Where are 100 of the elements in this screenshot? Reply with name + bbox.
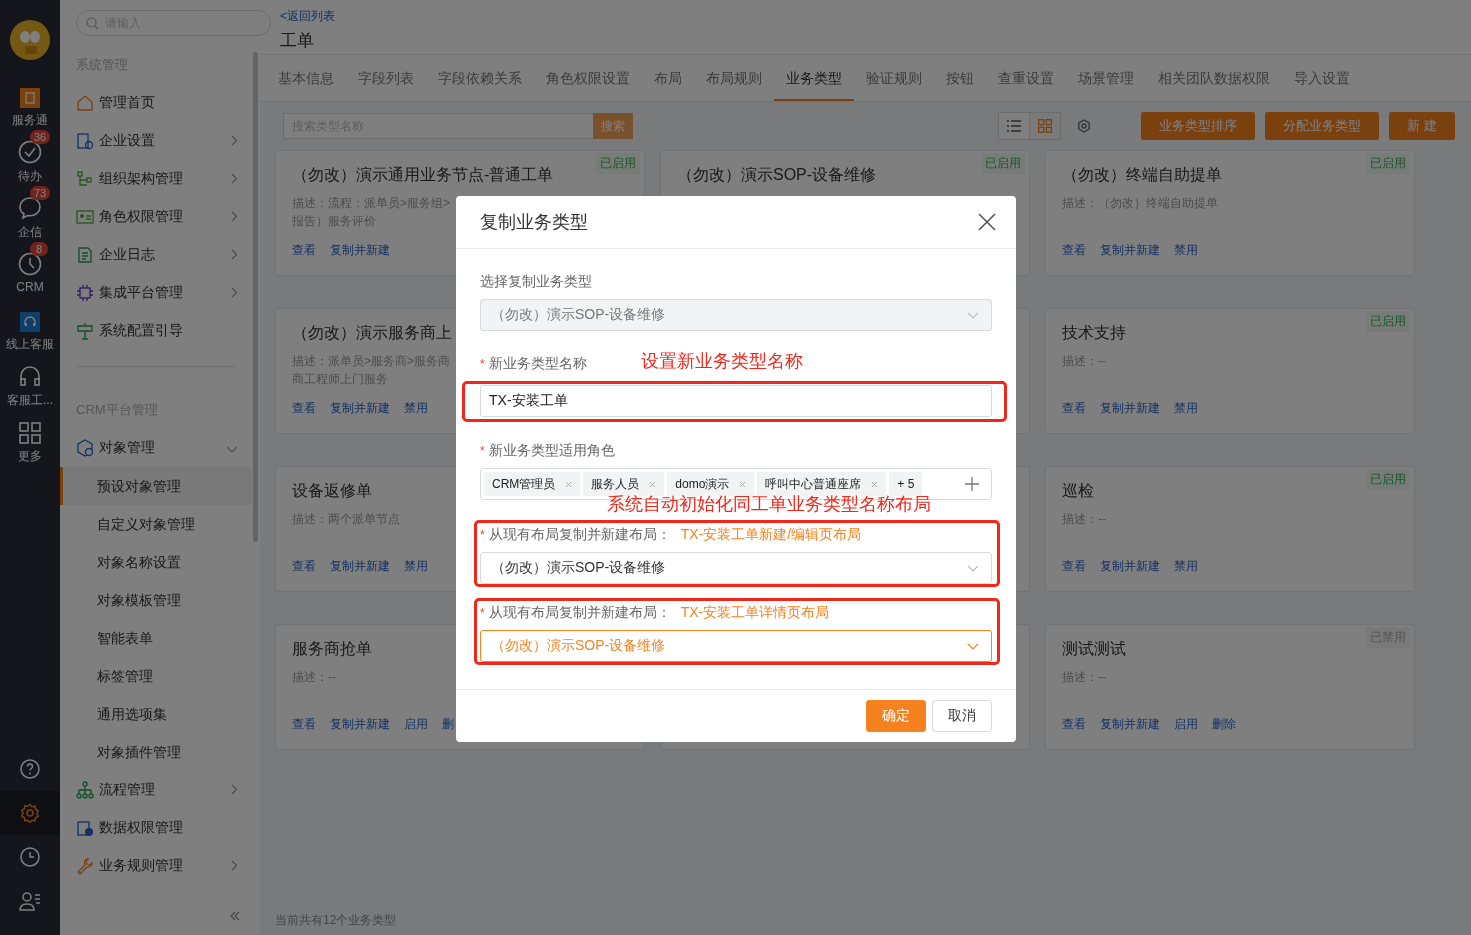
dialog-button[interactable]: 取消 (932, 700, 992, 732)
submenu-item[interactable]: 标签管理 (60, 657, 252, 695)
tab[interactable]: 相关团队数据权限 (1146, 55, 1282, 101)
tab[interactable]: 查重设置 (986, 55, 1066, 101)
menu-item[interactable]: 角色权限管理 (99, 208, 183, 226)
tab[interactable]: 布局规则 (694, 55, 774, 101)
card-link[interactable]: 复制并新建 (330, 242, 390, 259)
settings-icon[interactable] (20, 803, 40, 823)
card-link[interactable]: 禁用 (1174, 242, 1198, 259)
toolbar-button[interactable]: 业务类型排序 (1141, 112, 1256, 140)
remove-icon[interactable] (739, 480, 747, 488)
text-input[interactable]: TX-安装工单 (480, 385, 992, 417)
menu-item[interactable]: 系统配置引导 (99, 322, 183, 340)
toolbar-button[interactable]: 新 建 (1389, 112, 1455, 140)
close-icon[interactable] (978, 213, 996, 231)
role-tag[interactable]: 呼叫中心普通座席 (757, 472, 887, 496)
submenu-item[interactable]: 自定义对象管理 (60, 505, 252, 543)
role-tag[interactable]: domo演示 (667, 472, 755, 496)
add-icon[interactable] (965, 477, 979, 491)
tab[interactable]: 导入设置 (1282, 55, 1362, 101)
rail-label[interactable]: 线上客服 (6, 336, 54, 353)
remove-icon[interactable] (871, 480, 879, 488)
menu-item[interactable]: 企业设置 (99, 132, 155, 150)
headset-icon[interactable] (20, 312, 40, 332)
card-link[interactable]: 禁用 (1174, 558, 1198, 575)
tab[interactable]: 业务类型 (774, 55, 854, 101)
card-link[interactable]: 启用 (404, 716, 428, 733)
card-link[interactable]: 禁用 (1174, 400, 1198, 417)
remove-icon[interactable] (565, 480, 573, 488)
clock-icon[interactable] (18, 252, 42, 276)
tab[interactable]: 验证规则 (854, 55, 934, 101)
submenu-item[interactable]: 对象模板管理 (60, 581, 252, 619)
tab[interactable]: 字段列表 (346, 55, 426, 101)
role-tag[interactable]: 服务人员 (583, 472, 665, 496)
app-icon[interactable] (20, 88, 40, 108)
tab[interactable]: 角色权限设置 (534, 55, 642, 101)
card-link[interactable]: 查看 (292, 558, 316, 575)
rail-label[interactable]: CRM (16, 280, 44, 294)
toolbar-button[interactable]: 分配业务类型 (1265, 112, 1380, 140)
grid-icon[interactable] (19, 422, 41, 444)
menu-item[interactable]: 流程管理 (99, 781, 155, 799)
tab[interactable]: 场景管理 (1066, 55, 1146, 101)
card-link[interactable]: 查看 (292, 242, 316, 259)
scrollbar[interactable] (253, 52, 258, 542)
rail-button[interactable] (0, 791, 60, 835)
help-icon[interactable] (20, 759, 40, 779)
clock-icon[interactable] (20, 847, 40, 867)
dialog-button[interactable]: 确定 (866, 700, 926, 732)
card-link[interactable]: 复制并新建 (1100, 558, 1160, 575)
settings-icon[interactable] (1077, 119, 1092, 133)
card-link[interactable]: 复制并新建 (330, 400, 390, 417)
rail-label[interactable]: 企信 (18, 224, 42, 241)
rail-label[interactable]: 客服工... (7, 392, 53, 409)
card-link[interactable]: 查看 (1062, 242, 1086, 259)
check-circle-icon[interactable] (18, 140, 42, 164)
card-link[interactable]: 查看 (292, 400, 316, 417)
submenu-item[interactable]: 通用选项集 (60, 695, 252, 733)
card-link[interactable]: 复制并新建 (1100, 400, 1160, 417)
card-link[interactable]: 禁用 (404, 558, 428, 575)
back-link[interactable]: <返回列表 (280, 8, 335, 25)
tab[interactable]: 按钮 (934, 55, 986, 101)
card-link[interactable]: 查看 (1062, 558, 1086, 575)
menu-item[interactable]: 企业日志 (99, 246, 155, 264)
remove-icon[interactable] (649, 480, 657, 488)
submenu-item[interactable]: 对象名称设置 (60, 543, 252, 581)
view-toggle[interactable] (999, 113, 1030, 139)
card-link[interactable]: 复制并新建 (1100, 716, 1160, 733)
card-link[interactable]: 禁用 (404, 400, 428, 417)
tab[interactable]: 布局 (642, 55, 694, 101)
role-tag[interactable]: CRM管理员 (484, 472, 581, 496)
card-link[interactable]: 删除 (1212, 716, 1236, 733)
card-link[interactable]: 启用 (1174, 716, 1198, 733)
submenu-item[interactable]: 对象插件管理 (60, 733, 252, 771)
tab[interactable]: 字段依赖关系 (426, 55, 534, 101)
contacts-icon[interactable] (19, 891, 41, 911)
avatar-icon[interactable] (10, 20, 50, 60)
headphones-icon[interactable] (18, 364, 42, 388)
card-link[interactable]: 复制并新建 (330, 558, 390, 575)
submenu-item[interactable]: 预设对象管理 (60, 467, 252, 505)
card-link[interactable]: 查看 (292, 716, 316, 733)
submenu-item[interactable]: 智能表单 (60, 619, 252, 657)
card-link[interactable]: 查看 (1062, 716, 1086, 733)
menu-item[interactable]: 管理首页 (99, 94, 155, 112)
menu-item[interactable]: 集成平台管理 (99, 284, 183, 302)
select-field[interactable]: （勿改）演示SOP-设备维修 (480, 552, 992, 584)
rail-label[interactable]: 更多 (18, 448, 42, 465)
rail-label[interactable]: 服务通 (12, 112, 48, 129)
search-button[interactable]: 搜索 (593, 113, 633, 139)
card-link[interactable]: 查看 (1062, 400, 1086, 417)
rail-label[interactable]: 待办 (18, 168, 42, 185)
card-link[interactable]: 删 (442, 716, 454, 733)
menu-item[interactable]: 对象管理 (99, 439, 155, 457)
menu-item[interactable]: 组织架构管理 (99, 170, 183, 188)
menu-item[interactable]: 业务规则管理 (99, 857, 183, 875)
select-field[interactable]: （勿改）演示SOP-设备维修 (480, 630, 992, 662)
card-link[interactable]: 复制并新建 (1100, 242, 1160, 259)
menu-item[interactable]: 数据权限管理 (99, 819, 183, 837)
card-link[interactable]: 复制并新建 (330, 716, 390, 733)
chat-bubble-icon[interactable] (18, 196, 42, 220)
tab[interactable]: 基本信息 (266, 55, 346, 101)
